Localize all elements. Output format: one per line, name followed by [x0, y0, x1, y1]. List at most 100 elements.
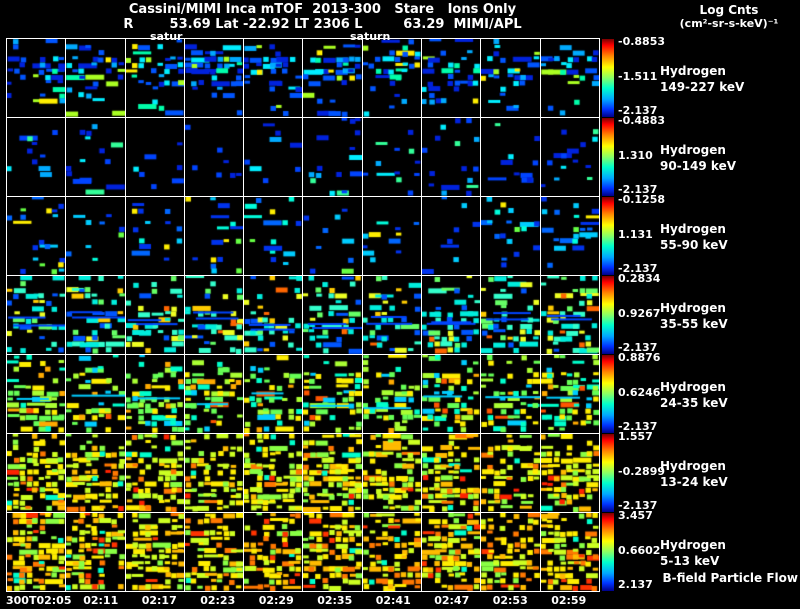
time-tick-label: 02:59: [551, 594, 587, 607]
heatmap-canvas: [540, 197, 599, 275]
heatmap-panel: [184, 276, 244, 354]
time-tick-label: 300T02:05: [6, 594, 72, 607]
heatmap-panel: [303, 276, 362, 354]
heatmap-canvas: [125, 197, 184, 275]
heatmap-canvas: [244, 513, 303, 591]
row-energy-band: 13-24 keV: [660, 475, 728, 489]
heatmap-panel: [244, 355, 303, 433]
heatmap-canvas: [184, 197, 244, 275]
heatmap-panel: [66, 39, 125, 117]
heatmap-canvas: [303, 513, 362, 591]
heatmap-panel: [184, 118, 244, 196]
heatmap-canvas: [481, 118, 540, 196]
heatmap-panel: [125, 39, 184, 117]
heatmap-canvas: [244, 276, 303, 354]
heatmap-canvas: [540, 434, 599, 512]
heatmap-canvas: [481, 276, 540, 354]
heatmap-panel: [184, 197, 244, 275]
heatmap-panel: [125, 513, 184, 591]
heatmap-canvas: [7, 39, 66, 117]
row-energy-label: Hydrogen 149-227 keV: [660, 63, 744, 95]
heatmap-panel: [481, 276, 540, 354]
heatmap-canvas: [184, 118, 244, 196]
row-species-name: Hydrogen: [660, 538, 726, 552]
heatmap-canvas: [66, 355, 125, 433]
heatmap-canvas: [362, 355, 422, 433]
heatmap-canvas: [303, 434, 362, 512]
bfield-flow-label: B-field Particle Flow: [662, 571, 798, 585]
heatmap-panel: [125, 355, 184, 433]
row-energy-label: Hydrogen 55-90 keV: [660, 221, 728, 253]
heatmap-panel: [66, 197, 125, 275]
heatmap-panel: [7, 39, 66, 117]
heatmap-canvas: [422, 118, 481, 196]
colorbar-label-max: 0.8876: [618, 351, 661, 364]
heatmap-panel: [7, 276, 66, 354]
heatmap-canvas: [7, 513, 66, 591]
time-axis: 300T02:05 02:11 02:17 02:23 02:29 02:35 02:41 0…: [6, 594, 598, 607]
heatmap-canvas: [7, 197, 66, 275]
colorbar-label-mid: -1.511: [618, 70, 658, 83]
heatmap-canvas: [125, 118, 184, 196]
heatmap-canvas: [303, 197, 362, 275]
row-energy-label: Hydrogen 5-13 keV: [660, 537, 726, 569]
heatmap-canvas: [184, 513, 244, 591]
row-energy-label: Hydrogen 35-55 keV: [660, 300, 728, 332]
colorbar-label-mid: 1.310: [618, 149, 653, 162]
heatmap-panel: [422, 39, 481, 117]
heatmap-panel: [303, 513, 362, 591]
heatmap-canvas: [481, 39, 540, 117]
colorbar: [602, 434, 614, 512]
colorbar: [602, 39, 614, 117]
colorbar-units: (cm²-sr-s-keV)⁻¹: [679, 17, 779, 30]
heatmap-canvas: [66, 513, 125, 591]
heatmap-canvas: [66, 118, 125, 196]
colorbar-title: Log Cnts: [699, 3, 759, 17]
heatmap-panel: [303, 434, 362, 512]
heatmap-panel: [540, 276, 599, 354]
heatmap-panel: [66, 434, 125, 512]
row-energy-band: 24-35 keV: [660, 396, 728, 410]
heatmap-panel: [362, 513, 422, 591]
heatmap-panel: [422, 118, 481, 196]
heatmap-canvas: [125, 513, 184, 591]
heatmap-panel: [362, 434, 422, 512]
heatmap-canvas: [244, 197, 303, 275]
heatmap-canvas: [422, 39, 481, 117]
colorbar-label-mid: 0.9267: [618, 307, 661, 320]
heatmap-panel: [7, 197, 66, 275]
row-species-name: Hydrogen: [660, 143, 726, 157]
heatmap-panel: [422, 197, 481, 275]
heatmap-panel: [362, 118, 422, 196]
row-energy-label: Hydrogen 13-24 keV: [660, 458, 728, 490]
heatmap-panel: [244, 513, 303, 591]
panel-grid: [6, 38, 600, 592]
heatmap-canvas: [7, 434, 66, 512]
heatmap-panel: [303, 197, 362, 275]
heatmap-canvas: [66, 197, 125, 275]
colorbar-label-mid: 0.6602: [618, 544, 661, 557]
heatmap-canvas: [184, 276, 244, 354]
plot-subtitle: R 53.69 Lat -22.92 LT 2306 L 63.29 MIMI/…: [123, 17, 522, 32]
heatmap-canvas: [540, 355, 599, 433]
colorbar: [602, 276, 614, 354]
heatmap-panel: [362, 39, 422, 117]
colorbar-label-max: -0.4883: [618, 114, 666, 127]
time-tick-label: 02:35: [317, 594, 353, 607]
colorbar: [602, 118, 614, 196]
heatmap-panel: [422, 513, 481, 591]
row-energy-band: 5-13 keV: [660, 554, 720, 568]
heatmap-canvas: [66, 434, 125, 512]
heatmap-panel: [422, 355, 481, 433]
row-energy-band: 55-90 keV: [660, 238, 728, 252]
heatmap-panel: [184, 39, 244, 117]
heatmap-canvas: [362, 39, 422, 117]
time-tick-label: 02:17: [141, 594, 177, 607]
heatmap-canvas: [481, 513, 540, 591]
heatmap-canvas: [540, 118, 599, 196]
heatmap-panel: [7, 355, 66, 433]
time-tick-label: 02:41: [375, 594, 411, 607]
heatmap-canvas: [7, 276, 66, 354]
colorbar-label-max: -0.8853: [618, 35, 666, 48]
heatmap-canvas: [540, 513, 599, 591]
